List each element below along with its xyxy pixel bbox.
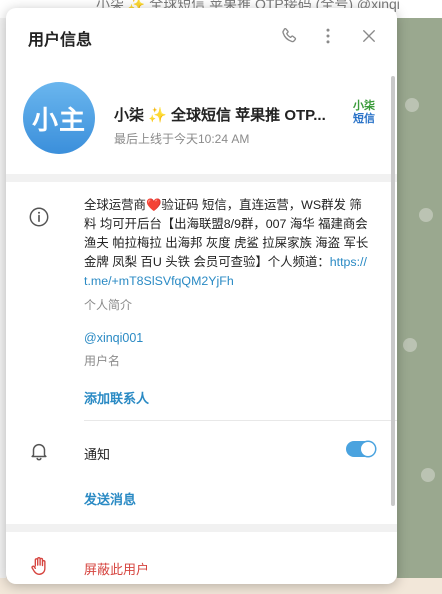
close-icon xyxy=(363,30,375,42)
bio-text-part1: 全球运营商 xyxy=(84,198,146,212)
name-sticker-line2: 短信 xyxy=(353,113,375,125)
scrollbar[interactable] xyxy=(391,76,395,506)
last-seen-status: 最后上线于今天10:24 AM xyxy=(114,132,250,146)
section-separator xyxy=(6,174,397,182)
section-separator xyxy=(6,524,397,532)
row-divider xyxy=(84,420,397,421)
bio-text: 全球运营商❤️验证码 短信，直连运营，WS群发 筛料 均可开后台【出海联盟8/9… xyxy=(84,196,369,291)
username-value[interactable]: @xinqi001 xyxy=(84,331,143,345)
notifications-toggle[interactable] xyxy=(346,441,376,457)
user-info-dialog: 用户信息 小主 小柒 ✨ 全球短信 苹果推 OTP... 最后上线于今天10:2… xyxy=(6,8,397,584)
dialog-header: 用户信息 xyxy=(6,8,397,64)
toggle-knob xyxy=(361,442,375,456)
profile-name: 小柒 ✨ 全球短信 苹果推 OTP... xyxy=(114,107,326,124)
dialog-title: 用户信息 xyxy=(28,32,93,49)
bio-label: 个人简介 xyxy=(84,298,133,312)
block-user-button[interactable]: 屏蔽此用户 xyxy=(84,559,149,578)
more-options-button[interactable] xyxy=(315,23,341,49)
heart-emoji: ❤️ xyxy=(145,198,162,212)
call-button[interactable] xyxy=(276,23,302,49)
send-message-button[interactable]: 发送消息 xyxy=(84,489,136,508)
bell-icon xyxy=(28,440,50,467)
avatar[interactable]: 小主 xyxy=(23,82,95,154)
wallpaper-doodle xyxy=(405,98,419,112)
wallpaper-doodle xyxy=(403,338,417,352)
profile-section: 小主 小柒 ✨ 全球短信 苹果推 OTP... 最后上线于今天10:24 AM … xyxy=(6,64,397,180)
background-chat-wallpaper xyxy=(397,18,442,594)
block-hand-icon xyxy=(28,555,50,582)
name-sticker-tag: 小柒 短信 xyxy=(350,100,378,126)
phone-icon xyxy=(282,27,297,43)
close-button[interactable] xyxy=(356,23,382,49)
notifications-label: 通知 xyxy=(84,447,111,462)
more-vertical-icon xyxy=(326,28,330,44)
name-sticker-line1: 小柒 xyxy=(353,100,375,112)
add-contact-button[interactable]: 添加联系人 xyxy=(84,388,149,407)
info-icon xyxy=(28,206,50,233)
wallpaper-doodle xyxy=(419,208,433,222)
username-label: 用户名 xyxy=(84,354,121,368)
wallpaper-doodle xyxy=(421,468,435,482)
